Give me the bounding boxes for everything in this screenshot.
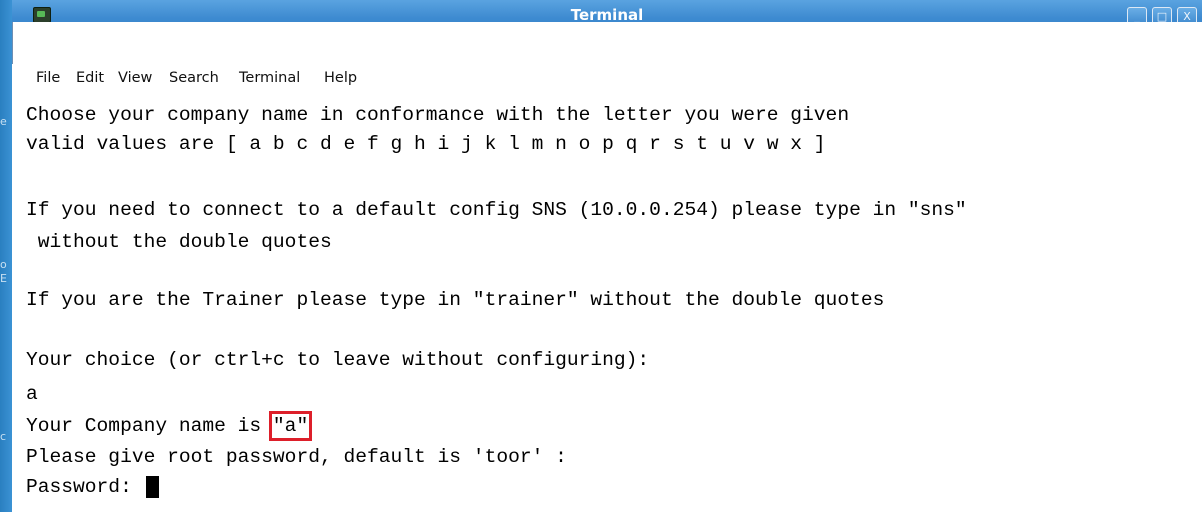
company-name-line: Your Company name is "a"	[26, 411, 313, 441]
menu-help[interactable]: Help	[324, 70, 357, 86]
password-label: Password:	[26, 476, 144, 498]
desktop-fragment: E	[0, 272, 7, 285]
company-name-highlight: "a"	[268, 411, 313, 441]
menu-view[interactable]: View	[118, 70, 152, 86]
terminal-line: Choose your company name in conformance …	[26, 104, 850, 126]
menu-file[interactable]: File	[36, 70, 60, 86]
terminal-line: Please give root password, default is 't…	[26, 446, 567, 468]
terminal-line: If you are the Trainer please type in "t…	[26, 289, 885, 311]
terminal-line: Your choice (or ctrl+c to leave without …	[26, 349, 650, 371]
text-cursor	[145, 476, 159, 498]
company-name-prefix: Your Company name is	[26, 415, 273, 437]
terminal-line: a	[26, 383, 38, 405]
terminal-line: If you need to connect to a default conf…	[26, 199, 967, 221]
password-prompt[interactable]: Password:	[26, 476, 159, 498]
desktop-fragment: o	[0, 258, 7, 271]
terminal-line: valid values are [ a b c d e f g h i j k…	[26, 133, 826, 155]
menubar: File Edit View Search Terminal Help	[12, 64, 1202, 94]
menu-terminal[interactable]: Terminal	[239, 70, 300, 86]
desktop-background: e o E c	[0, 0, 12, 512]
menu-search[interactable]: Search	[169, 70, 219, 86]
desktop-fragment: e	[0, 115, 7, 128]
terminal-line: without the double quotes	[26, 231, 332, 253]
terminal-output[interactable]: Choose your company name in conformance …	[12, 94, 1202, 512]
desktop-fragment: c	[0, 430, 7, 443]
menu-edit[interactable]: Edit	[76, 70, 104, 86]
